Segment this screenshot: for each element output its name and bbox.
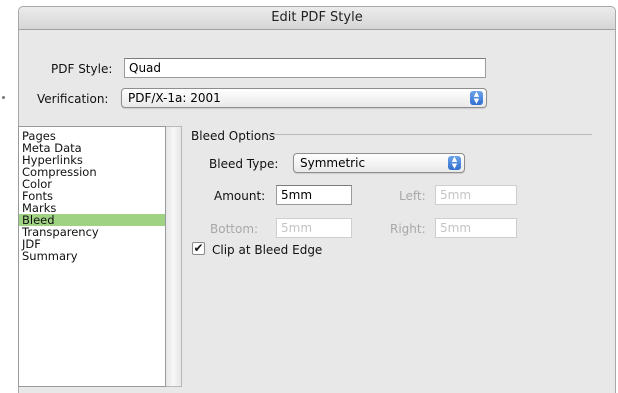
category-list-scrollbar[interactable] — [166, 126, 182, 387]
section-divider — [268, 134, 592, 135]
checkmark-icon: ✔ — [193, 241, 204, 255]
bottom-label: Bottom: — [210, 222, 259, 236]
bleed-type-label: Bleed Type: — [209, 157, 279, 171]
clip-at-bleed-edge-checkbox[interactable]: ✔ — [192, 242, 205, 255]
bottom-field: 5mm — [276, 218, 352, 238]
verification-popup-value: PDF/X-1a: 2001 — [128, 91, 221, 105]
pdf-style-name-field[interactable]: Quad — [124, 58, 486, 78]
right-field: 5mm — [435, 218, 517, 238]
dialog-title: Edit PDF Style — [19, 7, 615, 30]
amount-field[interactable]: 5mm — [276, 185, 352, 205]
section-title: Bleed Options — [191, 129, 276, 143]
bleed-type-popup-value: Symmetric — [300, 156, 366, 170]
up-down-chevron-icon: ▲ ▼ — [448, 156, 461, 170]
category-item-summary[interactable]: Summary — [19, 250, 165, 262]
left-label: Left: — [399, 189, 426, 203]
pdf-style-label: PDF Style: — [51, 62, 113, 76]
verification-label: Verification: — [37, 92, 109, 106]
left-field: 5mm — [435, 185, 517, 205]
verification-popup[interactable]: PDF/X-1a: 2001 ▲ ▼ — [121, 88, 487, 108]
margin-dot — [2, 96, 5, 99]
category-list[interactable]: Pages Meta Data Hyperlinks Compression Color… — [18, 126, 166, 387]
amount-label: Amount: — [214, 189, 266, 203]
right-label: Right: — [390, 222, 426, 236]
bleed-type-popup[interactable]: Symmetric ▲ ▼ — [293, 153, 465, 173]
up-down-chevron-icon: ▲ ▼ — [470, 91, 483, 105]
clip-at-bleed-edge-label[interactable]: Clip at Bleed Edge — [212, 243, 322, 257]
